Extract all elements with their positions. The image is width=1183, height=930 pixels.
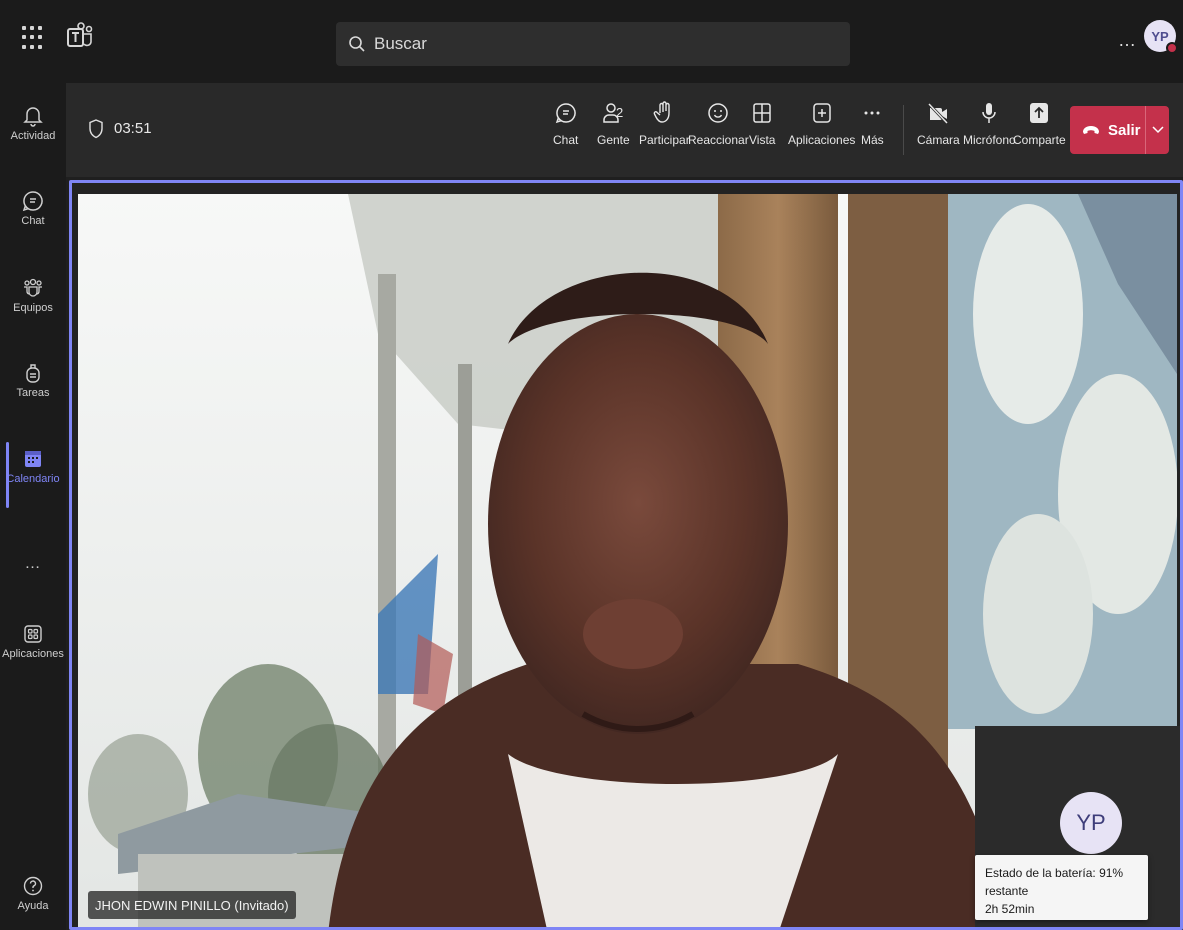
- apps-button[interactable]: Aplicaciones: [788, 101, 855, 147]
- toolbar-divider: [903, 105, 904, 155]
- search-placeholder: Buscar: [374, 34, 427, 53]
- microphone-icon: [982, 103, 997, 123]
- view-button[interactable]: Vista: [749, 101, 775, 147]
- people-count-badge: 2: [615, 105, 624, 120]
- react-label: Reaccionar: [688, 133, 749, 147]
- raise-hand-label: Participar: [639, 133, 690, 147]
- chat-icon: [555, 103, 576, 124]
- smiley-icon: [708, 103, 729, 123]
- self-initials: YP: [1076, 810, 1106, 835]
- teams-icon: [24, 278, 42, 297]
- rail-item-label: Tareas: [16, 387, 50, 399]
- rail-item-label: Chat: [21, 215, 45, 227]
- self-avatar: YP: [1060, 792, 1122, 854]
- chat-button[interactable]: Chat: [553, 101, 578, 147]
- participant-name-tag: JHON EDWIN PINILLO (Invitado): [88, 891, 296, 919]
- leave-main-button[interactable]: Salir: [1070, 106, 1146, 154]
- user-initials: YP: [1151, 28, 1169, 44]
- share-button[interactable]: Comparte: [1013, 101, 1066, 147]
- react-button[interactable]: Reaccionar: [688, 101, 749, 147]
- rail-more-icon[interactable]: …: [0, 555, 66, 573]
- rail-item-label: Calendario: [6, 473, 60, 485]
- chat-button-label: Chat: [553, 133, 579, 147]
- rail-item-apps[interactable]: Aplicaciones: [0, 623, 66, 660]
- microphone-button[interactable]: Micrófono: [963, 101, 1016, 147]
- apps-icon: [24, 625, 42, 643]
- rail-item-label: Aplicaciones: [2, 648, 64, 660]
- search-input[interactable]: Buscar: [336, 22, 850, 66]
- battery-tooltip: Estado de la batería: 91% restante 2h 52…: [975, 855, 1148, 920]
- chevron-down-icon: [1151, 126, 1164, 134]
- share-label: Comparte: [1013, 133, 1066, 147]
- teams-logo-icon: [67, 22, 93, 47]
- rail-item-chat[interactable]: Chat: [0, 190, 66, 227]
- bell-icon: [23, 107, 43, 127]
- people-button-label: Gente: [597, 133, 630, 147]
- camera-button[interactable]: Cámara: [917, 101, 960, 147]
- battery-time-remaining: 2h 52min: [985, 902, 1035, 916]
- rail-item-teams[interactable]: Equipos: [0, 277, 66, 314]
- more-options-icon[interactable]: …: [1118, 30, 1137, 51]
- share-icon: [1030, 103, 1049, 123]
- rail-item-label: Ayuda: [17, 900, 49, 912]
- more-dots-icon: [864, 111, 880, 115]
- calendar-icon: [25, 451, 41, 467]
- more-label: Más: [861, 133, 884, 147]
- apps-label: Aplicaciones: [788, 133, 856, 147]
- meeting-timer: 03:51: [114, 120, 152, 137]
- camera-off-icon: [928, 102, 949, 125]
- rail-item-label: Equipos: [13, 302, 53, 314]
- rail-item-calendar[interactable]: Calendario: [0, 442, 66, 508]
- add-app-icon: [812, 103, 831, 123]
- raise-hand-button[interactable]: Participar: [639, 101, 690, 147]
- battery-status-text: Estado de la batería: 91% restante: [985, 866, 1124, 898]
- hang-up-icon: [1083, 126, 1099, 134]
- rail-item-help[interactable]: Ayuda: [0, 875, 66, 912]
- rail-item-tasks[interactable]: Tareas: [0, 362, 66, 399]
- hand-icon: [653, 101, 671, 123]
- more-button[interactable]: Más: [861, 101, 884, 147]
- help-icon: [23, 876, 43, 896]
- camera-label: Cámara: [917, 133, 960, 147]
- view-label: Vista: [749, 133, 776, 147]
- people-button[interactable]: 2 Gente: [597, 101, 630, 147]
- top-bar: Buscar … YP: [0, 0, 1183, 83]
- tasks-icon: [26, 364, 40, 383]
- app-rail: Actividad Chat Equipos Tareas Calendario…: [0, 83, 66, 930]
- shield-icon: [89, 119, 103, 139]
- rail-item-label: Actividad: [10, 130, 56, 142]
- layout-icon: [753, 103, 771, 123]
- microphone-label: Micrófono: [963, 133, 1016, 147]
- presence-status-icon: [1166, 42, 1178, 54]
- meeting-toolbar: 03:51 Chat 2 Gente Participar Reaccionar: [66, 83, 1183, 177]
- meeting-stage: JHON EDWIN PINILLO (Invitado) YP: [69, 180, 1183, 930]
- leave-label: Salir: [1108, 121, 1141, 139]
- user-avatar[interactable]: YP: [1144, 20, 1178, 54]
- rail-item-activity[interactable]: Actividad: [0, 105, 66, 142]
- leave-button[interactable]: Salir: [1070, 106, 1169, 154]
- leave-options-button[interactable]: [1146, 126, 1169, 134]
- chat-icon: [22, 191, 43, 212]
- app-launcher-icon[interactable]: [22, 26, 46, 50]
- search-icon: [349, 36, 365, 52]
